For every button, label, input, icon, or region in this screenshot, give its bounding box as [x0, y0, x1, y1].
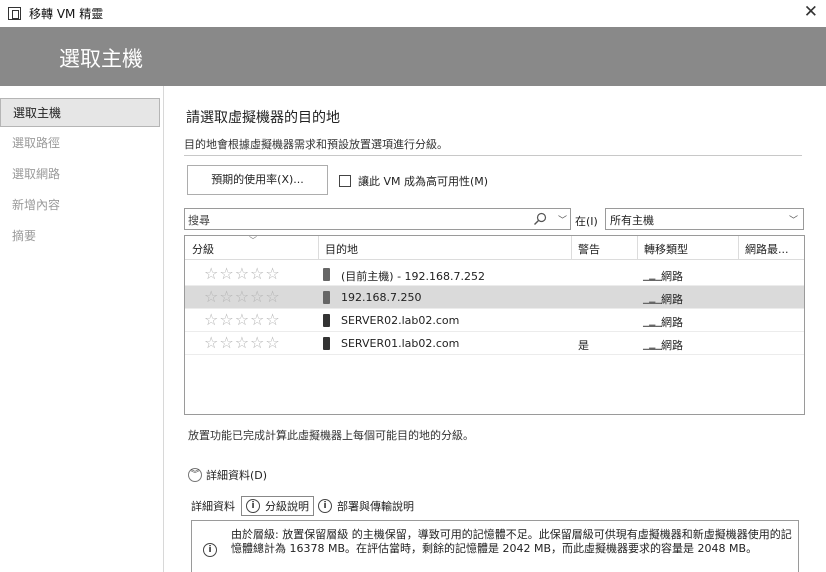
details-tabs: 詳細資料 i 分級說明 i 部署與傳輸說明 — [191, 496, 418, 516]
tab-label[interactable]: 部署與傳輸說明 — [337, 498, 414, 514]
network-icon: ▁▂▁ — [643, 295, 662, 304]
destination-cell: 192.168.7.250 — [341, 291, 422, 304]
sidebar-item-summary[interactable]: 摘要 — [0, 222, 160, 251]
transfer-type-cell: 網路 — [661, 270, 683, 283]
sidebar-item-add-properties[interactable]: 新增內容 — [0, 191, 160, 220]
info-icon: i — [318, 499, 332, 513]
divider — [184, 155, 802, 156]
high-availability-label[interactable]: 讓此 VM 成為高可用性(M) — [358, 173, 488, 189]
network-icon: ▁▂▁ — [643, 318, 662, 327]
details-tabs-label: 詳細資料 — [191, 500, 235, 513]
header-banner: 選取主機 — [0, 27, 826, 86]
column-header-rating[interactable]: 分級 — [192, 241, 214, 257]
info-icon: i — [203, 543, 217, 557]
rating-stars: ☆☆☆☆☆ — [204, 264, 281, 283]
sidebar-item-select-host[interactable]: 選取主機 — [0, 98, 160, 127]
placement-status: 放置功能已完成計算此虛擬機器上每個可能目的地的分級。 — [188, 429, 474, 442]
grid-header: 分級 ﹀ 目的地 警告 轉移類型 網路最... — [185, 236, 804, 260]
details-toggle-label[interactable]: 詳細資料(D) — [206, 467, 267, 483]
rating-stars: ☆☆☆☆☆ — [204, 310, 281, 329]
main-panel: 請選取虛擬機器的目的地 目的地會根據虛擬機器需求和預設放置選項進行分級。 預期的… — [164, 86, 826, 572]
network-icon: ▁▂▁ — [643, 272, 662, 281]
section-description: 目的地會根據虛擬機器需求和預設放置選項進行分級。 — [184, 138, 448, 151]
transfer-type-cell: 網路 — [661, 316, 683, 329]
column-divider[interactable] — [738, 236, 739, 260]
details-toggle[interactable]: ︾ 詳細資料(D) — [188, 467, 267, 483]
collapse-chevron-icon[interactable]: ︾ — [188, 468, 202, 482]
column-header-network[interactable]: 網路最... — [745, 241, 789, 257]
transfer-type-cell: 網路 — [661, 293, 683, 306]
info-icon: i — [246, 499, 260, 513]
close-icon[interactable]: ✕ — [804, 2, 818, 22]
network-icon: ▁▂▁ — [643, 341, 662, 350]
expected-usage-button[interactable]: 預期的使用率(X)... — [187, 165, 328, 195]
column-divider[interactable] — [571, 236, 572, 260]
chevron-down-icon[interactable]: ﹀ — [789, 213, 798, 226]
wizard-sidebar: 選取主機 選取路徑 選取網路 新增內容 摘要 — [0, 86, 164, 572]
sort-indicator-icon: ﹀ — [249, 236, 257, 245]
server-icon — [323, 314, 330, 327]
title-bar: 移轉 VM 精靈 ✕ — [0, 0, 826, 27]
search-input[interactable]: 搜尋 — [188, 212, 210, 228]
page-heading: 選取主機 — [59, 47, 143, 71]
destination-cell: SERVER02.lab02.com — [341, 314, 460, 327]
search-box[interactable]: 搜尋 ﹀ — [184, 208, 571, 230]
tab-label[interactable]: 分級說明 — [265, 498, 309, 514]
column-divider[interactable] — [637, 236, 638, 260]
sidebar-item-select-network[interactable]: 選取網路 — [0, 160, 160, 189]
destination-cell: (目前主機) - 192.168.7.252 — [341, 270, 486, 283]
server-icon — [323, 268, 330, 281]
table-row[interactable]: ☆☆☆☆☆ SERVER02.lab02.com ▁▂▁ 網路 — [185, 309, 804, 332]
column-header-destination[interactable]: 目的地 — [325, 241, 358, 257]
column-divider[interactable] — [318, 236, 319, 260]
rating-explanation-panel: i 由於層級: 放置保留層級 的主機保留，導致可用的記憶體不足。此保留層級可供現… — [191, 520, 799, 572]
rating-stars: ☆☆☆☆☆ — [204, 287, 281, 306]
column-header-warning[interactable]: 警告 — [578, 241, 600, 257]
sidebar-item-select-path[interactable]: 選取路徑 — [0, 129, 160, 158]
search-icon[interactable] — [533, 212, 547, 226]
chevron-down-icon[interactable]: ﹀ — [558, 213, 567, 226]
table-row[interactable]: ☆☆☆☆☆ 192.168.7.250 ▁▂▁ 網路 — [185, 286, 804, 309]
column-header-transfer-type[interactable]: 轉移類型 — [644, 241, 688, 257]
rating-explanation-text: 由於層級: 放置保留層級 的主機保留，導致可用的記憶體不足。此保留層級可供現有虛… — [231, 528, 792, 555]
transfer-type-cell: 網路 — [661, 339, 683, 352]
table-row[interactable]: ☆☆☆☆☆ (目前主機) - 192.168.7.252 ▁▂▁ 網路 — [185, 263, 804, 286]
server-icon — [323, 291, 330, 304]
destination-cell: SERVER01.lab02.com — [341, 337, 460, 350]
rating-stars: ☆☆☆☆☆ — [204, 333, 281, 352]
search-scope-label: 在(I) — [575, 215, 598, 228]
search-scope-value[interactable]: 所有主機 — [610, 212, 654, 228]
host-grid: 分級 ﹀ 目的地 警告 轉移類型 網路最... ☆☆☆☆☆ (目前主機) - 1… — [184, 235, 805, 415]
high-availability-option[interactable]: 讓此 VM 成為高可用性(M) — [339, 173, 488, 189]
tab-rating-explanation[interactable]: i 分級說明 — [241, 496, 314, 516]
warning-cell: 是 — [578, 339, 589, 352]
section-title: 請選取虛擬機器的目的地 — [186, 110, 340, 126]
server-icon — [323, 337, 330, 350]
tab-deployment-transfer[interactable]: i 部署與傳輸說明 — [314, 496, 418, 516]
app-icon — [8, 7, 21, 20]
window-title: 移轉 VM 精靈 — [29, 7, 104, 21]
search-scope-select[interactable]: 所有主機 ﹀ — [605, 208, 804, 230]
table-row[interactable]: ☆☆☆☆☆ SERVER01.lab02.com 是 ▁▂▁ 網路 — [185, 332, 804, 355]
high-availability-checkbox[interactable] — [339, 175, 351, 187]
